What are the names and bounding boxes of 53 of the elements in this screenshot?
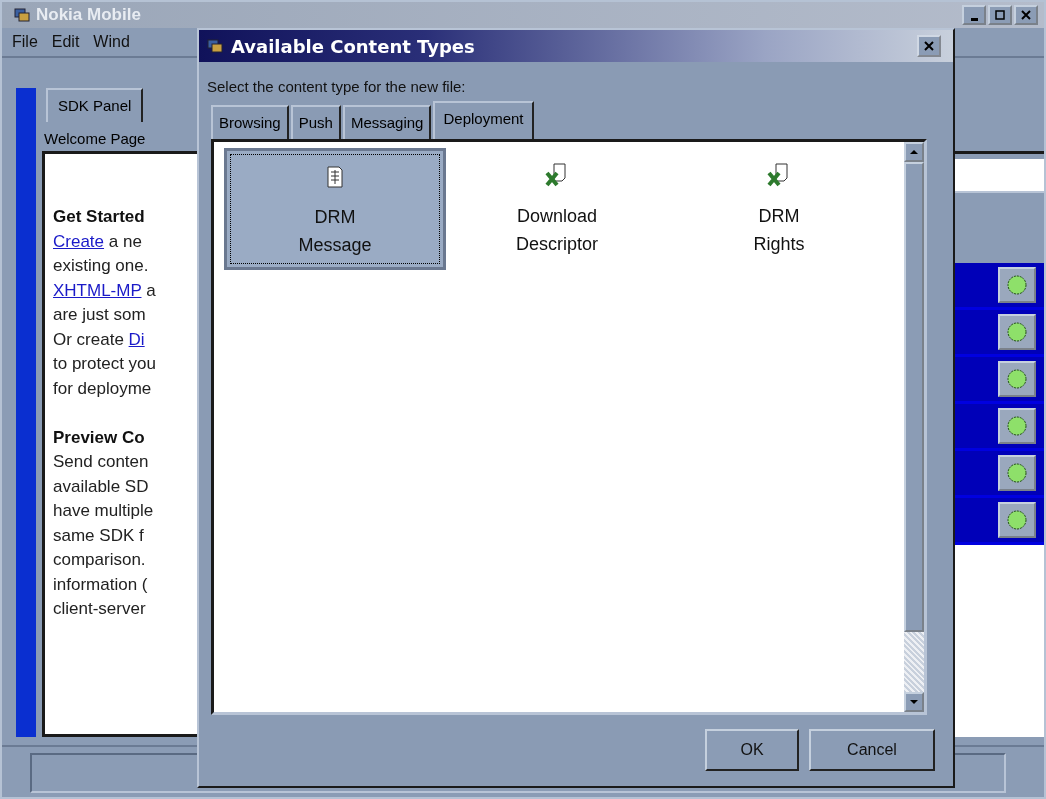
text-line: available SD — [53, 475, 150, 498]
link[interactable]: XHTML-MP — [53, 280, 142, 300]
table-document-icon — [325, 165, 345, 189]
text-line: existing one. — [53, 255, 150, 277]
minimize-icon — [970, 17, 978, 21]
scroll-thumb[interactable] — [904, 162, 924, 632]
status-button[interactable] — [998, 502, 1036, 538]
text-line: client-server — [53, 598, 147, 620]
status-button[interactable] — [998, 455, 1036, 491]
text-line: Send conten — [53, 451, 150, 473]
close-icon — [1021, 10, 1031, 20]
maximize-button[interactable] — [988, 5, 1012, 25]
content-type-item[interactable]: DRM Rights — [668, 148, 890, 270]
content-type-item[interactable]: Download Descriptor — [446, 148, 668, 270]
status-button[interactable] — [998, 314, 1036, 350]
dialog-button[interactable]: OK — [705, 729, 799, 771]
dialog-title: Available Content Types — [231, 35, 475, 57]
close-icon — [924, 41, 934, 51]
text-line: comparison. — [53, 549, 147, 571]
maximize-icon — [995, 10, 1005, 20]
menu-item[interactable]: Wind — [93, 33, 130, 51]
text-line: same SDK f — [53, 524, 145, 547]
text-line: are just som — [53, 304, 147, 326]
scroll-down-icon — [910, 699, 918, 705]
link[interactable]: Di — [128, 329, 145, 349]
text-line: Create a ne — [53, 230, 143, 253]
close-button[interactable] — [1014, 5, 1038, 25]
window-title: Nokia Mobile — [36, 5, 141, 25]
section-heading: Preview Co — [53, 426, 146, 449]
text-line: XHTML-MP a — [53, 279, 157, 302]
app-icon — [207, 38, 223, 54]
scrollbar[interactable] — [904, 142, 924, 712]
link[interactable]: Create — [53, 231, 105, 251]
dialog-button[interactable]: Cancel — [809, 729, 935, 771]
status-button[interactable] — [998, 408, 1036, 444]
content-type-item[interactable]: DRM Message — [224, 148, 446, 270]
minimize-button[interactable] — [962, 5, 986, 25]
section-heading: Get Started — [53, 206, 146, 228]
text-line: to protect you — [53, 353, 157, 375]
instruction-text: Select the content type for the new file: — [206, 77, 467, 97]
scroll-up-icon — [910, 149, 918, 155]
status-button[interactable] — [998, 361, 1036, 397]
menu-item[interactable]: Edit — [51, 33, 80, 51]
status-button[interactable] — [998, 267, 1036, 303]
panel-tab[interactable]: SDK Panel — [46, 88, 144, 122]
close-button[interactable] — [917, 35, 941, 57]
app-icon — [14, 7, 30, 23]
text-line: have multiple — [53, 500, 155, 522]
menu-item[interactable]: File — [12, 33, 38, 51]
text-line: Or create Di — [53, 328, 146, 351]
text-line: information ( — [53, 573, 149, 596]
panel-label: Welcome Page — [43, 129, 147, 149]
text-line: for deployme — [53, 377, 153, 400]
